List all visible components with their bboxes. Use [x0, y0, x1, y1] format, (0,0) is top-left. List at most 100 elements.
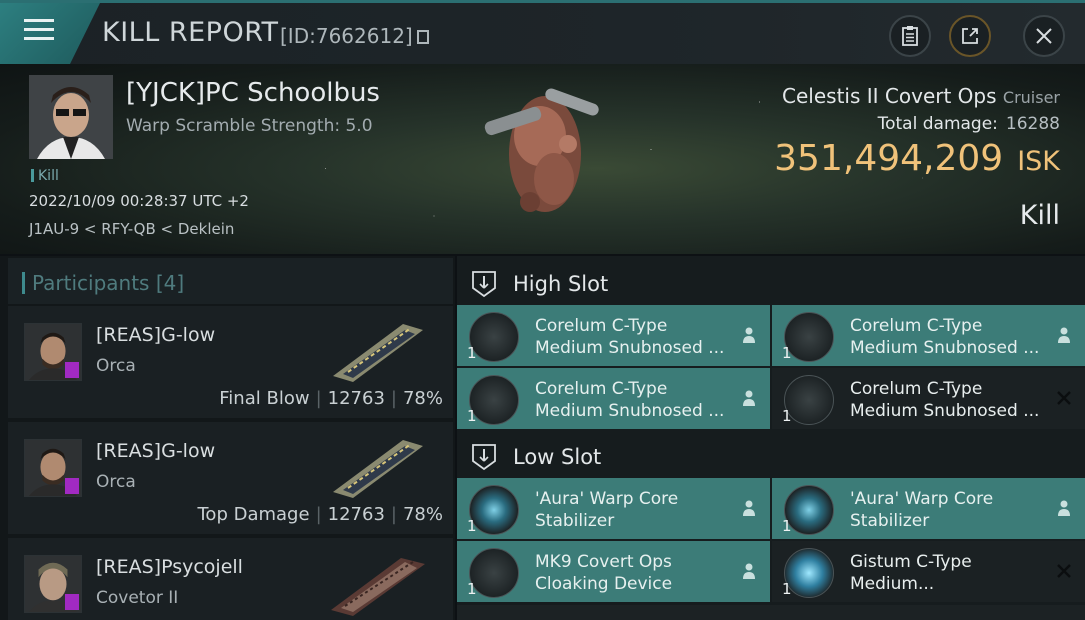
corp-badge-icon — [65, 594, 79, 610]
title-bar: KILL REPORT [ID:7662612] — [0, 0, 1085, 64]
participants-header[interactable]: Participants [4] — [8, 258, 453, 304]
item-quantity: 1 — [467, 344, 477, 362]
victim-name[interactable]: [YJCK]PC Schoolbus — [126, 78, 380, 108]
kill-id[interactable]: [ID:7662612] — [280, 24, 429, 48]
item-quantity: 1 — [467, 580, 477, 598]
orca-ship-image — [333, 440, 423, 498]
item-quantity: 1 — [467, 407, 477, 425]
close-icon — [1036, 28, 1052, 44]
kill-id-text: [ID:7662612] — [280, 24, 413, 48]
participants-panel: Participants [4] [REAS]G-low Orca Final … — [0, 256, 455, 620]
participant-damage: 12763 — [327, 388, 385, 409]
menu-icon — [24, 19, 54, 46]
fitting-item[interactable]: 1 Corelum C-Type Medium Snubnosed ... — [457, 305, 770, 366]
separator: | — [315, 504, 322, 525]
total-damage-label: Total damage: — [877, 114, 998, 134]
item-quantity: 1 — [782, 580, 792, 598]
separator: | — [390, 504, 397, 525]
fittings-panel: High Slot 1 Corelum C-Type Medium Snubno… — [457, 256, 1085, 620]
participant-ship: Orca — [96, 472, 136, 492]
item-name: MK9 Covert Ops Cloaking Device — [535, 552, 673, 594]
participant-name[interactable]: [REAS]G-low — [96, 440, 215, 462]
menu-button[interactable] — [0, 3, 100, 64]
participant-avatar[interactable] — [24, 555, 82, 613]
fitting-item[interactable]: 1 'Aura' Warp Core Stabilizer — [457, 478, 770, 539]
item-quantity: 1 — [782, 517, 792, 535]
low-slot-header[interactable]: Low Slot — [457, 433, 1085, 479]
participant-stats: Final Blow | 12763 | 78% — [219, 388, 443, 409]
external-link-icon — [962, 28, 978, 44]
isk-value: 351,494,209 ISK — [774, 138, 1060, 179]
item-quantity: 1 — [782, 344, 792, 362]
participant-role: Final Blow — [219, 388, 310, 409]
close-button[interactable] — [1023, 15, 1065, 57]
participant-role: Top Damage — [197, 504, 310, 525]
fitting-item[interactable]: 1 'Aura' Warp Core Stabilizer — [772, 478, 1085, 539]
victim-ship-name[interactable]: Celestis II Covert Ops Cruiser — [782, 84, 1060, 108]
participant-name[interactable]: [REAS]Psycojell — [96, 556, 243, 578]
dropped-person-icon — [1058, 500, 1070, 516]
kill-location[interactable]: J1AU-9 < RFY-QB < Deklein — [29, 220, 234, 238]
separator: | — [315, 388, 322, 409]
destroyed-x-icon — [1057, 564, 1071, 578]
page-title: KILL REPORT — [102, 17, 279, 48]
ship-class: Cruiser — [1002, 88, 1060, 107]
low-slot-label: Low Slot — [513, 445, 602, 469]
item-name: 'Aura' Warp Core Stabilizer — [850, 489, 994, 531]
victim-portrait[interactable] — [29, 75, 113, 159]
fitting-item[interactable]: 1 Corelum C-Type Medium Snubnosed ... — [457, 368, 770, 429]
participant-ship: Orca — [96, 356, 136, 376]
item-name: Gistum C-Type Medium... — [850, 552, 972, 594]
participant-damage: 12763 — [327, 504, 385, 525]
participant-avatar[interactable] — [24, 323, 82, 381]
participant-percent: 78% — [402, 504, 443, 525]
low-slot-icon — [472, 444, 496, 471]
item-name: 'Aura' Warp Core Stabilizer — [535, 489, 679, 531]
external-link-button[interactable] — [949, 15, 991, 57]
warp-scramble-strength: Warp Scramble Strength: 5.0 — [126, 116, 373, 136]
item-quantity: 1 — [467, 517, 477, 535]
dropped-person-icon — [743, 500, 755, 516]
participants-title: Participants [4] — [21, 271, 185, 295]
participant-row[interactable]: [REAS]Psycojell Covetor II — [8, 538, 453, 620]
high-slot-label: High Slot — [513, 272, 609, 296]
kill-datetime: 2022/10/09 00:28:37 UTC +2 — [29, 192, 249, 210]
isk-amount: 351,494,209 — [774, 138, 1004, 179]
corp-badge-icon — [65, 478, 79, 494]
item-name: Corelum C-Type Medium Snubnosed ... — [535, 316, 725, 358]
high-slot-header[interactable]: High Slot — [457, 260, 1085, 306]
victim-header: [YJCK]PC Schoolbus Warp Scramble Strengt… — [0, 64, 1085, 254]
total-damage: Total damage: 16288 — [878, 114, 1060, 134]
high-slot-icon — [472, 271, 496, 298]
participant-ship: Covetor II — [96, 588, 179, 608]
destroyed-x-icon — [1057, 391, 1071, 405]
fitting-item[interactable]: 1 Corelum C-Type Medium Snubnosed ... — [772, 368, 1085, 429]
kill-tag: Kill — [31, 168, 59, 184]
fitting-item[interactable]: 1 Gistum C-Type Medium... — [772, 541, 1085, 602]
total-damage-value: 16288 — [1005, 114, 1060, 134]
fitting-item[interactable]: 1 Corelum C-Type Medium Snubnosed ... — [772, 305, 1085, 366]
isk-unit: ISK — [1017, 146, 1060, 177]
dropped-person-icon — [743, 390, 755, 406]
item-quantity: 1 — [782, 407, 792, 425]
clipboard-icon — [902, 26, 918, 46]
dropped-person-icon — [743, 563, 755, 579]
orca-ship-image — [333, 324, 423, 382]
dropped-person-icon — [743, 327, 755, 343]
clipboard-button[interactable] — [889, 15, 931, 57]
participant-stats: Top Damage | 12763 | 78% — [198, 504, 444, 525]
corp-badge-icon — [65, 362, 79, 378]
participant-name[interactable]: [REAS]G-low — [96, 324, 215, 346]
participant-avatar[interactable] — [24, 439, 82, 497]
next-slot-header[interactable] — [457, 605, 1085, 620]
copy-icon[interactable] — [416, 30, 429, 44]
kill-result: Kill — [1019, 200, 1060, 231]
participant-row[interactable]: [REAS]G-low Orca Final Blow | 12763 | 78% — [8, 306, 453, 418]
victim-ship-image[interactable] — [470, 74, 620, 234]
fitting-item[interactable]: 1 MK9 Covert Ops Cloaking Device — [457, 541, 770, 602]
participant-row[interactable]: [REAS]G-low Orca Top Damage | 12763 | 78% — [8, 422, 453, 534]
separator: | — [390, 388, 397, 409]
dropped-person-icon — [1058, 327, 1070, 343]
participant-percent: 78% — [402, 388, 443, 409]
item-name: Corelum C-Type Medium Snubnosed ... — [850, 316, 1040, 358]
